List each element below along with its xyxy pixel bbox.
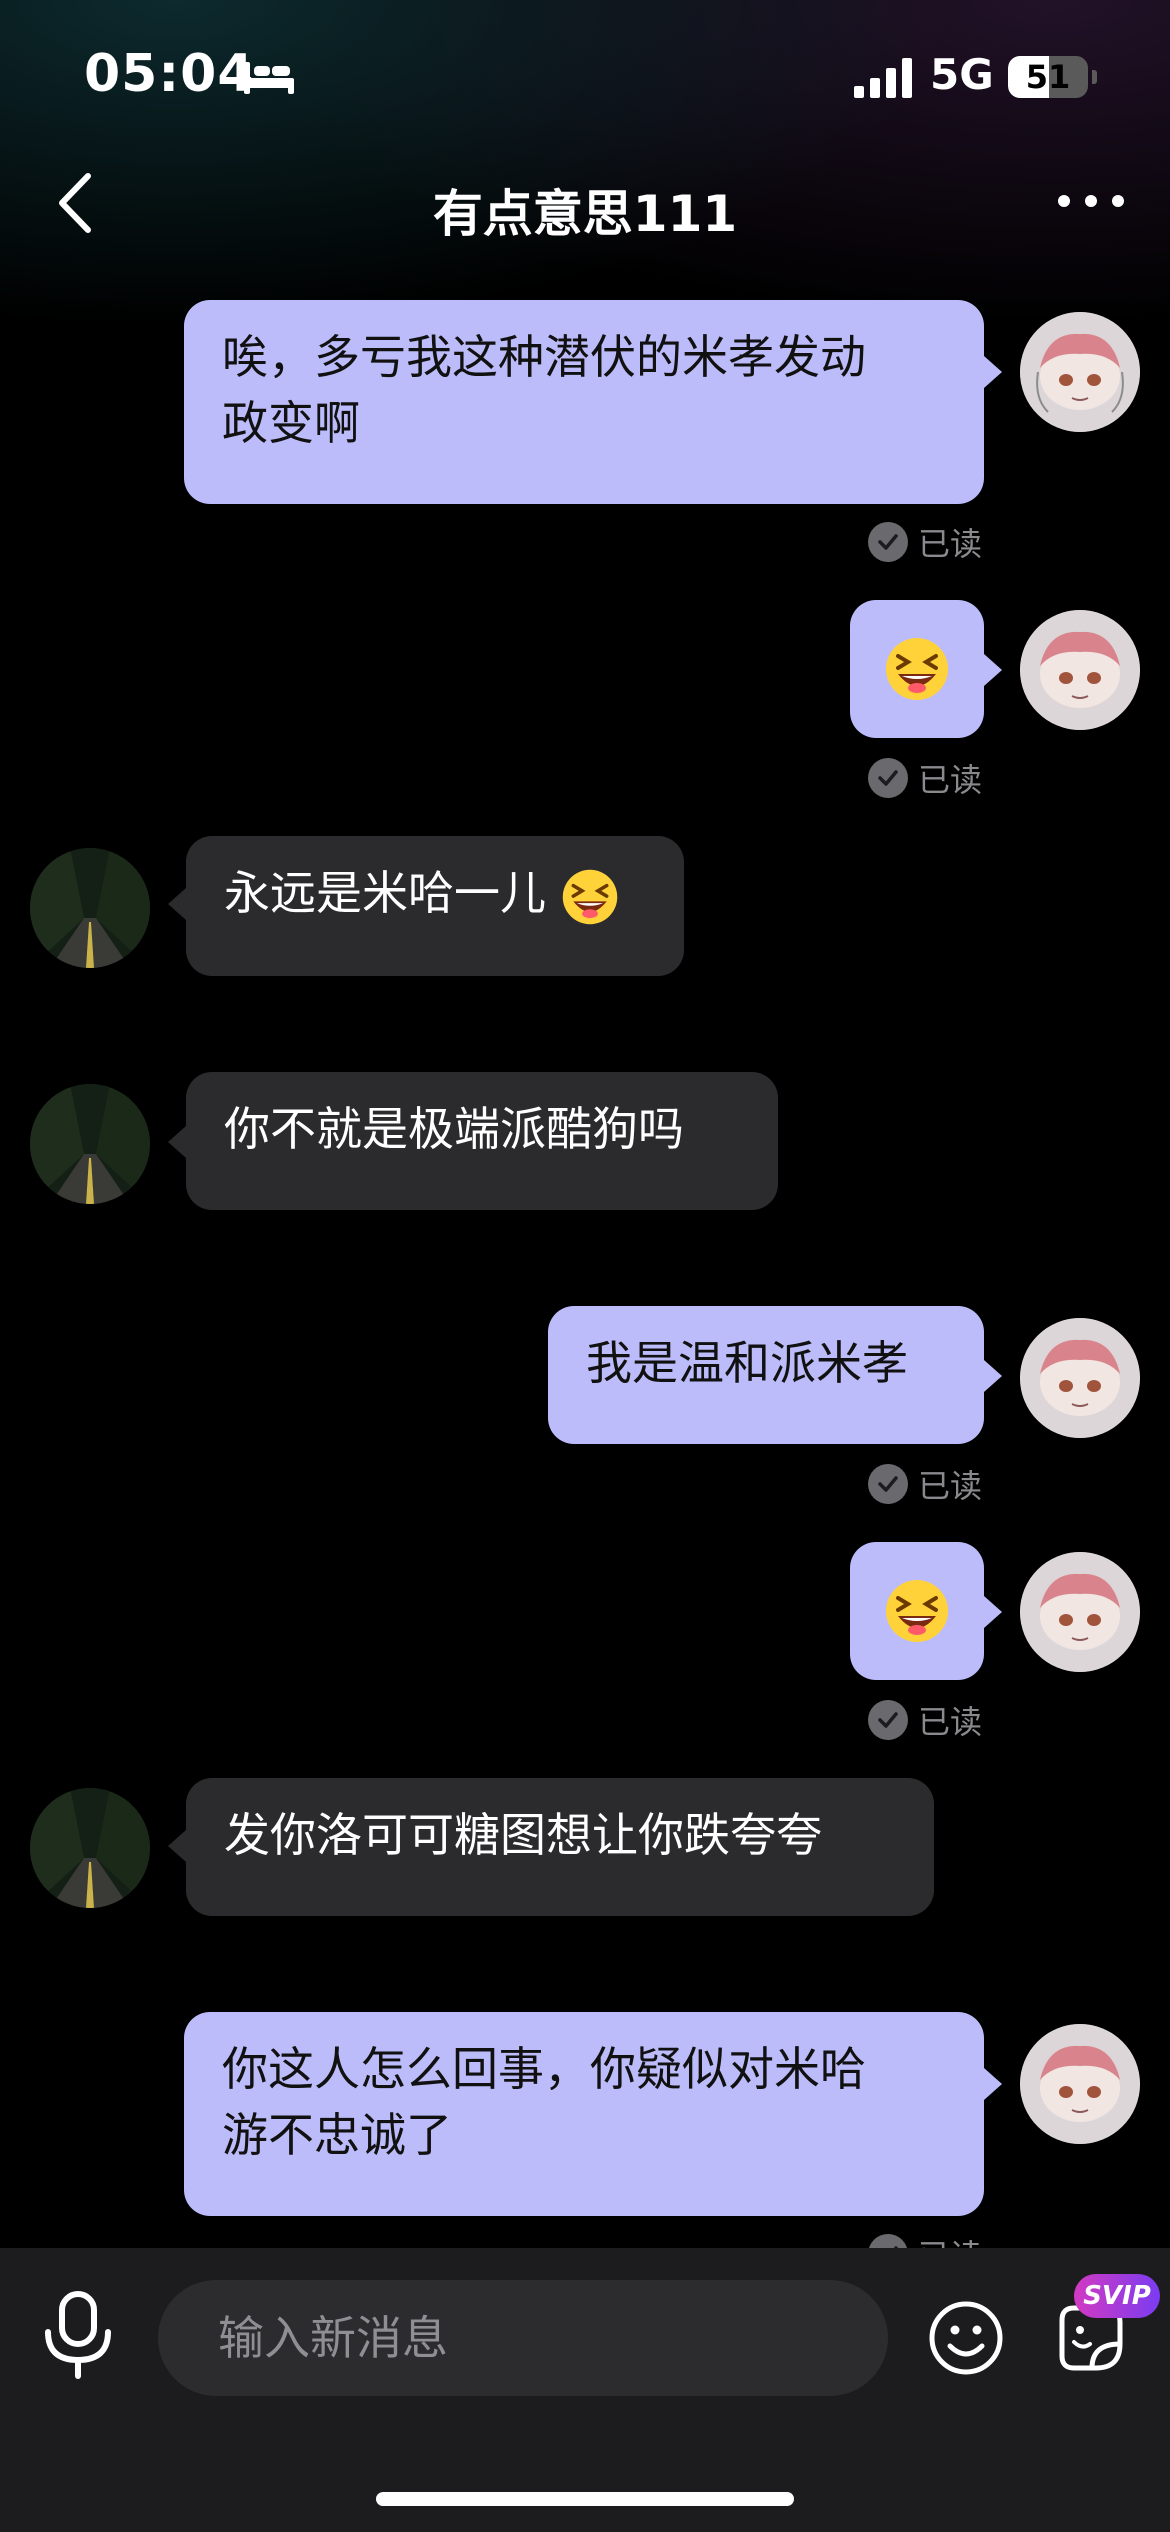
network-label: 5G <box>930 50 994 99</box>
message-input-placeholder: 输入新消息 <box>218 2311 448 2365</box>
check-icon <box>868 758 908 798</box>
avatar-other[interactable] <box>30 1788 150 1908</box>
read-label: 已读 <box>918 1467 983 1505</box>
grinning-squint-emoji <box>562 869 617 924</box>
bed-icon <box>244 62 294 94</box>
message-bubble-sent[interactable]: 唉，多亏我这种潜伏的米孝发动 政变啊 <box>184 300 984 504</box>
message-bubble-sent-emoji[interactable] <box>850 1542 984 1680</box>
avatar-self[interactable] <box>1020 2024 1140 2144</box>
bubble-tail <box>168 1830 186 1862</box>
message-line: 发你洛可可糖图想让你跌夸夸 <box>224 1808 822 1862</box>
svip-badge: SVIP <box>1074 2274 1160 2318</box>
battery-cap <box>1092 70 1097 84</box>
avatar-anime-icon <box>1020 2024 1140 2144</box>
check-icon <box>868 1464 908 1504</box>
more-dots-icon[interactable] <box>1056 186 1126 216</box>
status-time: 05:04 <box>84 44 255 104</box>
bubble-tail <box>984 2068 1002 2100</box>
forest-road-avatar-icon <box>30 848 150 968</box>
read-receipt: 已读 <box>868 1464 983 1505</box>
message-line: 永远是米哈一儿 <box>224 866 546 920</box>
bubble-tail <box>168 888 186 920</box>
message-input[interactable]: 输入新消息 <box>158 2280 888 2396</box>
message-bubble-sent[interactable]: 我是温和派米孝 <box>548 1306 984 1444</box>
avatar-anime-icon <box>1020 312 1140 432</box>
message-line: 唉，多亏我这种潜伏的米孝发动 <box>222 330 866 384</box>
status-bar: 05:04 5G 51 <box>0 0 1170 150</box>
avatar-other[interactable] <box>30 1084 150 1204</box>
bubble-tail <box>984 654 1002 686</box>
bubble-tail <box>984 1360 1002 1392</box>
avatar-other[interactable] <box>30 848 150 968</box>
chat-title: 有点意思111 <box>432 185 738 243</box>
avatar-self[interactable] <box>1020 610 1140 730</box>
message-bubble-sent[interactable]: 你这人怎么回事，你疑似对米哈 游不忠诚了 <box>184 2012 984 2216</box>
message-line: 你不就是极端派酷狗吗 <box>224 1102 684 1156</box>
bubble-tail <box>168 1126 186 1158</box>
forest-road-avatar-icon <box>30 1788 150 1908</box>
microphone-icon[interactable] <box>40 2290 116 2380</box>
grinning-squint-emoji <box>886 1580 948 1642</box>
signal-icon <box>854 58 912 98</box>
read-receipt: 已读 <box>868 522 983 563</box>
avatar-self[interactable] <box>1020 1552 1140 1672</box>
forest-road-avatar-icon <box>30 1084 150 1204</box>
check-icon <box>868 1700 908 1740</box>
read-label: 已读 <box>918 761 983 799</box>
avatar-anime-icon <box>1020 1318 1140 1438</box>
read-label: 已读 <box>918 1703 983 1741</box>
message-bubble-sent-emoji[interactable] <box>850 600 984 738</box>
message-bubble-received[interactable]: 你不就是极端派酷狗吗 <box>186 1072 778 1210</box>
read-receipt: 已读 <box>868 758 983 799</box>
message-line: 政变啊 <box>222 396 360 450</box>
home-indicator[interactable] <box>376 2492 794 2506</box>
battery-icon: 51 <box>1008 56 1088 98</box>
battery-percent: 51 <box>1025 58 1071 96</box>
grinning-squint-emoji <box>886 638 948 700</box>
avatar-anime-icon <box>1020 1552 1140 1672</box>
message-line: 你这人怎么回事，你疑似对米哈 <box>222 2042 866 2096</box>
message-line: 我是温和派米孝 <box>586 1336 908 1390</box>
avatar-self[interactable] <box>1020 1318 1140 1438</box>
message-bubble-received[interactable]: 发你洛可可糖图想让你跌夸夸 <box>186 1778 934 1916</box>
avatar-anime-icon <box>1020 610 1140 730</box>
check-icon <box>868 522 908 562</box>
smiley-icon[interactable] <box>928 2300 1004 2376</box>
message-line: 游不忠诚了 <box>222 2108 452 2162</box>
bubble-tail <box>984 1596 1002 1628</box>
message-bubble-received[interactable]: 永远是米哈一儿 <box>186 836 684 976</box>
avatar-self[interactable] <box>1020 312 1140 432</box>
read-receipt: 已读 <box>868 1700 983 1741</box>
bubble-tail <box>984 356 1002 388</box>
read-label: 已读 <box>918 525 983 563</box>
